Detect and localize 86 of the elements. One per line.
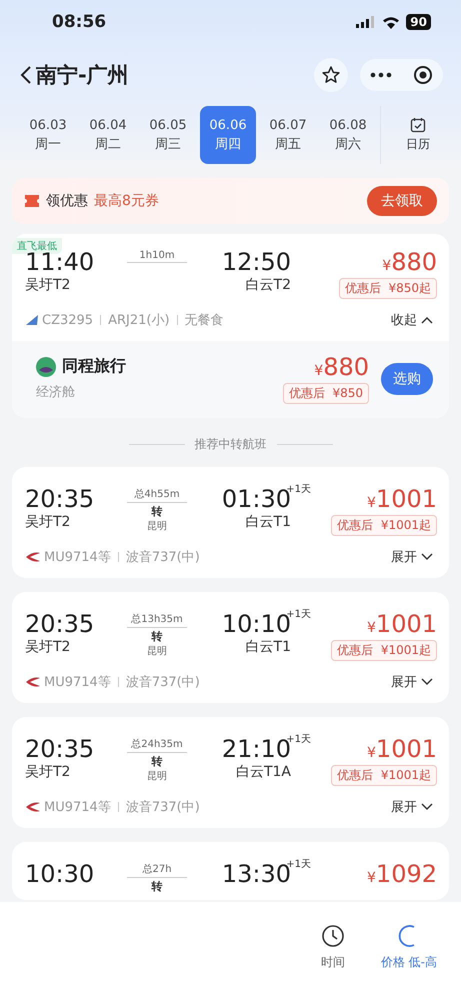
airline-logo-icon bbox=[26, 552, 40, 562]
flight-info: CZ3295 bbox=[42, 312, 94, 328]
date-tab[interactable]: 06.08 周六 bbox=[320, 106, 376, 164]
total-duration: 总27h bbox=[142, 862, 172, 876]
airline-logo-icon bbox=[26, 677, 40, 687]
discount-price: 优惠后 ¥1001起 bbox=[331, 640, 437, 661]
price: ¥880 bbox=[382, 248, 437, 276]
transfer-label: 转 bbox=[152, 754, 162, 769]
date-tab[interactable]: 06.07 周五 bbox=[260, 106, 316, 164]
mini-program-capsule[interactable] bbox=[360, 59, 443, 91]
flight-info: 波音737(中) bbox=[126, 674, 200, 691]
discount-price: 优惠后 ¥1001起 bbox=[331, 765, 437, 786]
buy-button[interactable]: 选购 bbox=[381, 362, 433, 394]
discount-price: 优惠后 ¥850 bbox=[282, 383, 369, 404]
flight-info: 无餐食 bbox=[184, 312, 224, 329]
transfer-city: 昆明 bbox=[147, 770, 167, 783]
sort-button[interactable]: 价格 低-高 bbox=[380, 924, 437, 976]
flight-info: MU9714等 bbox=[44, 549, 111, 566]
flight-info: 波音737(中) bbox=[126, 549, 200, 566]
more-icon bbox=[370, 72, 392, 78]
target-icon bbox=[412, 65, 433, 85]
price: ¥1001 bbox=[367, 485, 437, 513]
airline-logo-icon bbox=[26, 315, 38, 325]
flight-info: MU9714等 bbox=[44, 799, 111, 816]
price: ¥1001 bbox=[367, 735, 437, 763]
section-title: 推荐中转航班 bbox=[194, 436, 266, 453]
departure-airport: 吴圩T2 bbox=[25, 513, 72, 531]
departure-airport: 吴圩T2 bbox=[25, 638, 72, 656]
back-icon[interactable] bbox=[20, 65, 32, 85]
arrival-airport: 白云T1A bbox=[236, 763, 291, 781]
wifi-icon bbox=[382, 16, 400, 28]
expand-button[interactable]: 展开 bbox=[391, 673, 433, 691]
total-duration: 总4h55m bbox=[134, 488, 180, 501]
departure-airport: 吴圩T2 bbox=[25, 763, 72, 781]
flight-info: MU9714等 bbox=[44, 674, 111, 691]
signal-icon bbox=[356, 16, 376, 28]
flight-duration: 1h10m bbox=[139, 250, 175, 261]
date-tab[interactable]: 06.03 周一 bbox=[20, 106, 76, 164]
vendor-logo-icon bbox=[36, 356, 56, 376]
cabin-class: 经济舱 bbox=[36, 384, 76, 401]
star-icon bbox=[321, 65, 341, 85]
departure-time: 20:35 bbox=[25, 610, 96, 638]
transfer-label: 转 bbox=[152, 879, 162, 894]
transfer-label: 转 bbox=[152, 504, 162, 519]
calendar-button[interactable]: 日历 bbox=[380, 106, 455, 164]
battery-level: 90 bbox=[406, 14, 431, 30]
price: ¥1001 bbox=[367, 610, 437, 638]
transfer-label: 转 bbox=[152, 629, 162, 644]
price: ¥880 bbox=[314, 353, 369, 381]
date-tab[interactable]: 06.05 周三 bbox=[140, 106, 196, 164]
claim-button[interactable]: 去领取 bbox=[367, 186, 437, 216]
departure-airport: 吴圩T2 bbox=[25, 276, 72, 294]
expand-button[interactable]: 展开 bbox=[391, 548, 433, 566]
departure-time: 20:35 bbox=[25, 485, 96, 513]
transfer-city: 昆明 bbox=[147, 520, 167, 533]
date-tab[interactable]: 06.04 周二 bbox=[80, 106, 136, 164]
departure-time: 20:35 bbox=[25, 735, 96, 763]
flight-info: ARJ21(小) bbox=[108, 312, 170, 329]
price: ¥1092 bbox=[367, 860, 437, 888]
collapse-button[interactable]: 收起 bbox=[391, 311, 433, 329]
arrival-airport: 白云T1 bbox=[246, 638, 291, 656]
flight-card[interactable]: 直飞最低 11:40 吴圩T2 1h10m 12:50 白云T2 ¥880 优惠后 ¥850起 CZ3295 ARJ21(小) 无餐食 收起 同程旅行 经济舱 ¥880 优惠后 ¥850 选购 bbox=[12, 234, 449, 418]
sort-button[interactable]: 时间 bbox=[320, 924, 345, 976]
date-tab[interactable]: 06.06 周四 bbox=[200, 106, 256, 164]
calendar-icon bbox=[410, 117, 426, 133]
expand-button[interactable]: 展开 bbox=[391, 798, 433, 816]
route-title: 南宁-广州 bbox=[36, 62, 130, 89]
total-duration: 总24h35m bbox=[131, 738, 183, 751]
vendor-name: 同程旅行 bbox=[62, 356, 126, 377]
transfer-city: 昆明 bbox=[147, 645, 167, 658]
discount-price: 优惠后 ¥850起 bbox=[338, 278, 437, 299]
clock-icon bbox=[320, 924, 345, 948]
favorite-button[interactable] bbox=[314, 58, 348, 92]
coupon-icon bbox=[24, 194, 40, 208]
arrival-airport: 白云T1 bbox=[246, 513, 291, 531]
lowest-direct-tag: 直飞最低 bbox=[12, 238, 62, 254]
flight-info: 波音737(中) bbox=[126, 799, 200, 816]
discount-price: 优惠后 ¥1001起 bbox=[331, 515, 437, 536]
arrival-time: 12:50 bbox=[222, 248, 291, 276]
status-time: 08:56 bbox=[52, 12, 106, 32]
airline-logo-icon bbox=[26, 802, 40, 812]
total-duration: 总13h35m bbox=[131, 612, 183, 626]
promo-label: 领优惠 bbox=[46, 192, 88, 210]
departure-time: 10:30 bbox=[25, 860, 96, 888]
promo-detail: 最高8元券 bbox=[94, 192, 160, 210]
arrival-airport: 白云T2 bbox=[246, 276, 291, 294]
